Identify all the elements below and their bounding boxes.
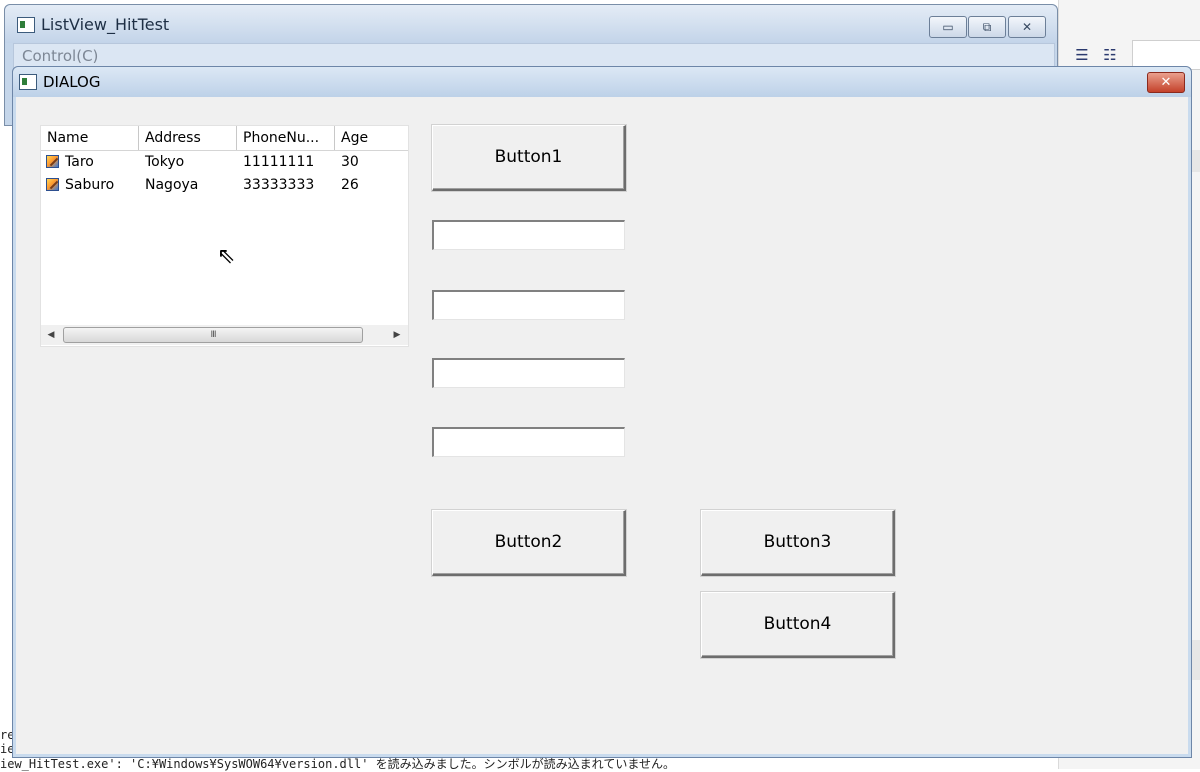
button1[interactable]: Button1: [432, 125, 626, 191]
close-button[interactable]: ✕: [1008, 16, 1046, 38]
edit-field-2[interactable]: [432, 290, 625, 320]
edit-field-4[interactable]: [432, 427, 625, 457]
column-header-age[interactable]: Age: [335, 126, 408, 150]
edit-field-3[interactable]: [432, 358, 625, 388]
horizontal-scrollbar[interactable]: ◀ III ▶: [41, 325, 408, 345]
outdent-icon[interactable]: ☷: [1101, 46, 1119, 64]
cell-age: 30: [341, 154, 359, 170]
maximize-button[interactable]: ⧉: [968, 16, 1006, 38]
app-window-icon: [17, 17, 35, 33]
edit-field-1[interactable]: [432, 220, 625, 250]
cell-address: Tokyo: [145, 154, 185, 170]
list-view[interactable]: Name Address PhoneNu... Age Taro Tokyo 1…: [40, 125, 409, 347]
dialog-window: DIALOG ✕ Name Address PhoneNu... Age Tar…: [12, 66, 1192, 758]
window-icon: [19, 74, 37, 90]
cell-address: Nagoya: [145, 177, 199, 193]
menu-item-control[interactable]: Control(C): [22, 47, 98, 65]
list-item[interactable]: Taro Tokyo 11111111 30: [41, 151, 408, 174]
background-titlebar[interactable]: ListView_HitTest ▭ ⧉ ✕: [5, 5, 1057, 43]
cell-name: Saburo: [65, 177, 115, 193]
background-window-title: ListView_HitTest: [41, 15, 170, 34]
edit-pencil-icon: [46, 178, 59, 191]
column-header-phone[interactable]: PhoneNu...: [237, 126, 335, 150]
cell-phone: 33333333: [243, 177, 315, 193]
button4[interactable]: Button4: [701, 592, 895, 658]
column-header-name[interactable]: Name: [41, 126, 139, 150]
scroll-left-icon[interactable]: ◀: [43, 327, 59, 343]
dialog-client-area: Name Address PhoneNu... Age Taro Tokyo 1…: [16, 97, 1188, 754]
edit-pencil-icon: [46, 155, 59, 168]
cell-phone: 11111111: [243, 154, 315, 170]
button3[interactable]: Button3: [701, 510, 895, 576]
dialog-close-button[interactable]: ✕: [1147, 72, 1185, 93]
cell-name: Taro: [65, 154, 94, 170]
mouse-pointer-icon: ⇖: [217, 244, 236, 269]
list-header: Name Address PhoneNu... Age: [41, 126, 408, 151]
dialog-title: DIALOG: [43, 73, 101, 91]
scroll-right-icon[interactable]: ▶: [389, 327, 405, 343]
cell-age: 26: [341, 177, 359, 193]
indent-icon[interactable]: ☰: [1073, 46, 1091, 64]
column-header-address[interactable]: Address: [139, 126, 237, 150]
scroll-thumb[interactable]: III: [63, 327, 363, 343]
button2[interactable]: Button2: [432, 510, 626, 576]
minimize-button[interactable]: ▭: [929, 16, 967, 38]
list-item[interactable]: Saburo Nagoya 33333333 26: [41, 174, 408, 197]
dialog-titlebar[interactable]: DIALOG ✕: [13, 67, 1191, 97]
